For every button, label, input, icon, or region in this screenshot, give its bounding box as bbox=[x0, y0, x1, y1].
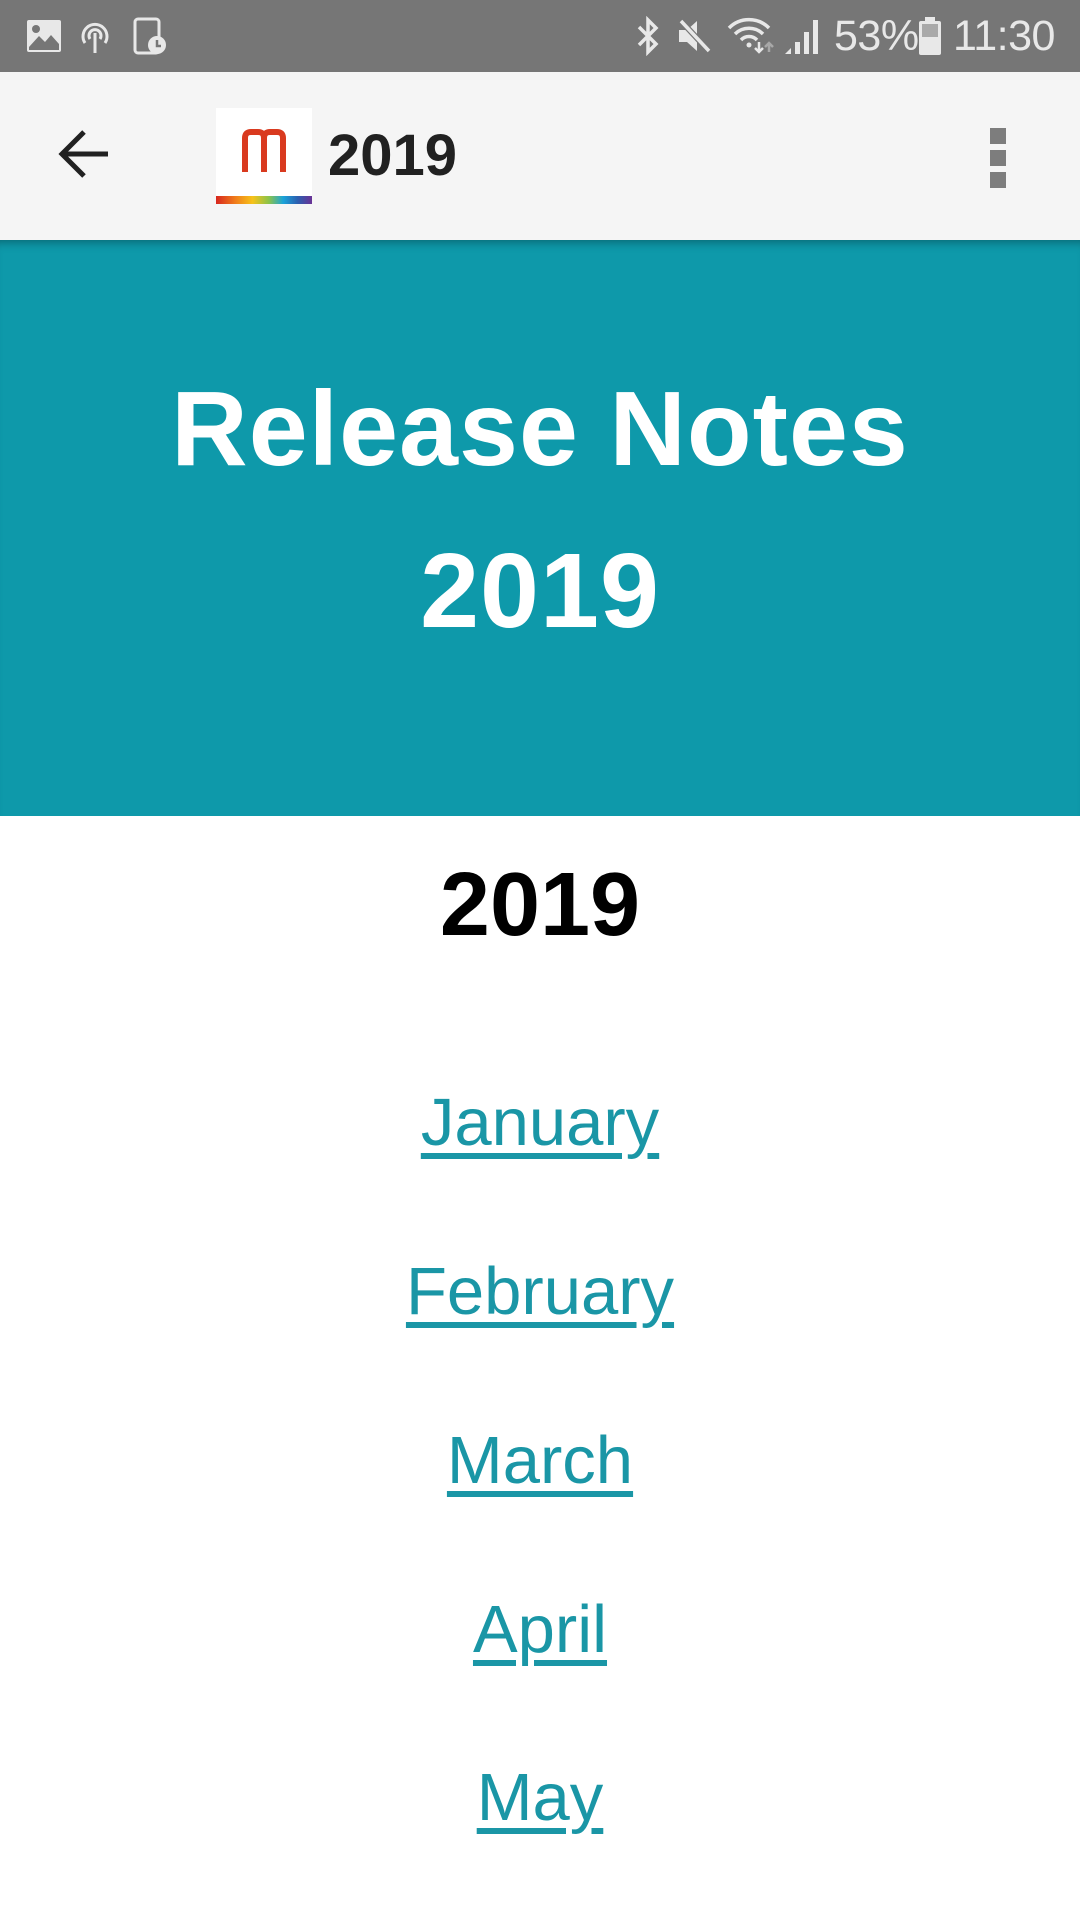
bluetooth-icon bbox=[634, 0, 662, 72]
battery-icon bbox=[916, 0, 944, 72]
toolbar-title: 2019 bbox=[328, 123, 458, 188]
year-heading: 2019 bbox=[439, 855, 641, 955]
month-link-may[interactable]: May bbox=[477, 1760, 604, 1835]
list-item: March bbox=[0, 1411, 1080, 1511]
hero-title-line2: 2019 bbox=[420, 532, 660, 650]
month-link-february[interactable]: February bbox=[406, 1254, 674, 1329]
status-bar: 53% 11:30 bbox=[0, 0, 1080, 72]
list-item: January bbox=[0, 1073, 1080, 1173]
list-item: April bbox=[0, 1580, 1080, 1680]
hero-title: Release Notes 2019 bbox=[0, 348, 1080, 672]
month-link-march[interactable]: March bbox=[447, 1423, 633, 1498]
logo-m-icon bbox=[242, 129, 286, 172]
mute-icon bbox=[676, 0, 714, 72]
image-icon bbox=[24, 0, 64, 72]
list-item: February bbox=[0, 1242, 1080, 1342]
app-toolbar: 2019 bbox=[0, 72, 1080, 240]
clock: 11:30 bbox=[953, 12, 1055, 60]
month-link-april[interactable]: April bbox=[473, 1592, 607, 1667]
list-item: May bbox=[0, 1748, 1080, 1848]
month-link-january[interactable]: January bbox=[421, 1085, 659, 1160]
app-logo bbox=[216, 108, 312, 204]
wifi-icon bbox=[726, 0, 778, 72]
back-button[interactable] bbox=[44, 116, 124, 196]
screen-timer-icon bbox=[132, 0, 168, 72]
hero-title-line1: Release Notes bbox=[171, 370, 909, 488]
battery-percent: 53% bbox=[834, 12, 919, 60]
arrow-back-icon bbox=[58, 128, 110, 185]
logo-rainbow-strip bbox=[216, 196, 312, 204]
hero-banner: Release Notes 2019 bbox=[0, 240, 1080, 816]
signal-icon bbox=[782, 0, 822, 72]
hotspot-icon bbox=[78, 0, 112, 72]
overflow-menu-button[interactable] bbox=[960, 116, 1036, 196]
